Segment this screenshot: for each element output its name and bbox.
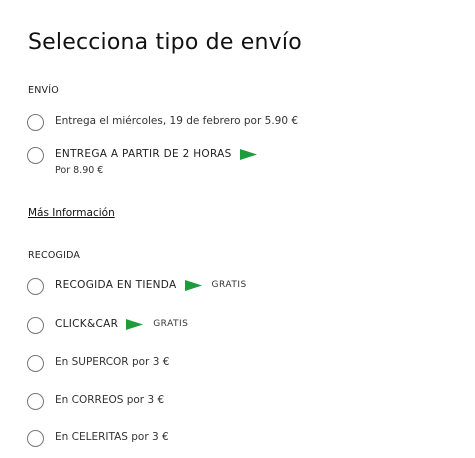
free-badge: GRATIS xyxy=(153,319,189,329)
pickup-option-correos[interactable]: En CORREOS por 3 € xyxy=(27,393,164,410)
pickup-option-celeritas[interactable]: En CELERITAS por 3 € xyxy=(27,430,169,447)
radio-button[interactable] xyxy=(27,393,44,410)
radio-button[interactable] xyxy=(27,278,44,295)
shipping-option-wednesday[interactable]: Entrega el miércoles, 19 de febrero por … xyxy=(27,114,298,131)
radio-button[interactable] xyxy=(27,317,44,334)
pickup-section-heading: RECOGIDA xyxy=(28,250,81,261)
green-flag-icon xyxy=(184,279,202,291)
green-flag-icon xyxy=(239,148,257,160)
pickup-option-store[interactable]: RECOGIDA EN TIENDA GRATIS xyxy=(27,278,247,295)
option-label: En CORREOS por 3 € xyxy=(55,394,165,406)
free-badge: GRATIS xyxy=(211,280,247,290)
green-flag-icon xyxy=(126,318,144,330)
pickup-option-supercor[interactable]: En SUPERCOR por 3 € xyxy=(27,355,169,372)
option-label: En SUPERCOR por 3 € xyxy=(55,356,170,368)
pickup-option-click-car[interactable]: CLICK&CAR GRATIS xyxy=(27,317,188,334)
radio-button[interactable] xyxy=(27,355,44,372)
option-label: En CELERITAS por 3 € xyxy=(55,431,169,443)
option-label: Entrega el miércoles, 19 de febrero por … xyxy=(55,115,299,127)
shipping-option-2-hours[interactable]: ENTREGA A PARTIR DE 2 HORAS Por 8.90 € xyxy=(27,147,257,176)
more-info-link[interactable]: Más Información xyxy=(28,207,115,219)
radio-button[interactable] xyxy=(27,147,44,164)
page-title: Selecciona tipo de envío xyxy=(28,30,302,55)
option-label: RECOGIDA EN TIENDA xyxy=(55,279,177,291)
option-label: ENTREGA A PARTIR DE 2 HORAS xyxy=(55,148,232,160)
option-label: CLICK&CAR xyxy=(55,318,119,330)
option-price: Por 8.90 € xyxy=(55,165,104,176)
radio-button[interactable] xyxy=(27,430,44,447)
shipping-section-heading: ENVÍO xyxy=(28,85,59,96)
radio-button[interactable] xyxy=(27,114,44,131)
